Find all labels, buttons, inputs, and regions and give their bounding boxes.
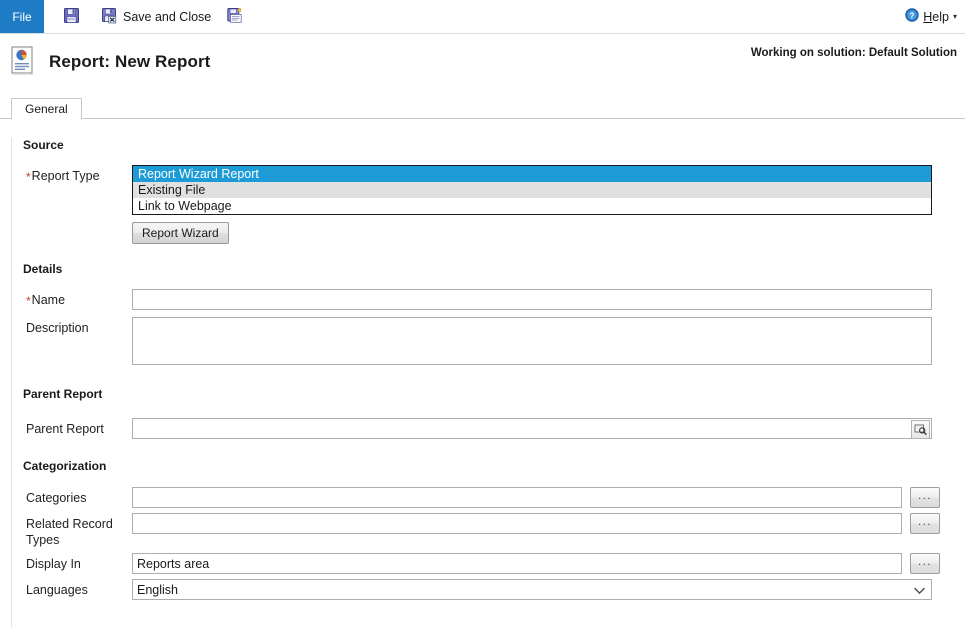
languages-label: Languages [12,579,132,598]
categories-input[interactable] [132,487,902,508]
help-menu[interactable]: ? Help ▾ [905,0,957,33]
required-indicator: * [26,170,31,184]
categories-label: Categories [12,487,132,506]
name-input[interactable] [132,289,932,310]
page-title: Report: New Report [49,52,211,71]
description-textarea[interactable] [132,317,932,365]
save-and-new-button[interactable] [224,5,252,29]
required-indicator: * [26,294,31,308]
display-in-input[interactable] [132,553,902,574]
tab-general-label: General [25,102,68,116]
field-row-categories: Categories ... [12,487,965,508]
form-tabstrip: General [0,98,965,120]
save-and-new-icon [227,7,244,27]
report-wizard-button[interactable]: Report Wizard [132,222,229,244]
section-heading-categorization: Categorization [23,459,107,473]
name-label-text: Name [31,293,66,307]
report-document-icon [10,46,36,79]
lookup-magnifier-icon[interactable] [911,420,930,439]
report-type-option-existing-file[interactable]: Existing File [133,182,931,198]
section-heading-details: Details [23,262,63,276]
field-row-name: *Name [12,289,965,310]
description-label: Description [12,317,132,336]
languages-selectbox [132,579,932,600]
related-record-types-picker-button[interactable]: ... [910,513,940,534]
solution-context-label: Working on solution: Default Solution [750,47,957,59]
display-in-label-text: Display In [26,557,81,571]
related-record-types-input[interactable] [132,513,902,534]
help-label: Help [923,9,949,24]
report-type-option-link-to-webpage[interactable]: Link to Webpage [133,198,931,214]
field-row-display-in: Display In ... [12,553,965,574]
field-row-languages: Languages [12,579,965,600]
categories-picker-button[interactable]: ... [910,487,940,508]
parent-report-label: Parent Report [12,418,132,437]
categories-label-text: Categories [26,491,87,505]
chevron-down-icon: ▾ [952,11,957,21]
form-body: Source *Report Type Report Wizard Report… [11,138,965,628]
name-label: *Name [12,289,132,308]
field-row-report-wizard: Report Wizard [12,222,965,244]
field-row-report-type: *Report Type Report Wizard Report Existi… [12,165,965,215]
section-heading-parent-report: Parent Report [23,387,103,401]
field-row-parent-report: Parent Report [12,418,965,439]
report-type-label: *Report Type [12,165,132,184]
display-in-label: Display In [12,553,132,572]
languages-label-text: Languages [26,583,88,597]
display-in-picker-button[interactable]: ... [910,553,940,574]
field-row-description: Description [12,317,965,365]
svg-text:?: ? [910,11,915,20]
report-type-listbox[interactable]: Report Wizard Report Existing File Link … [132,165,932,215]
help-label-rest: elp [932,9,949,24]
ribbon-toolbar: File Save and Close ? Help ▾ [0,0,965,34]
report-type-label-text: Report Type [31,169,100,183]
file-tab-label: File [12,9,32,24]
related-record-types-label-text: Related Record Types [26,517,113,547]
field-row-related-record-types: Related Record Types ... [12,513,965,548]
ribbon-command-group: Save and Close [44,0,252,33]
section-heading-source: Source [23,138,64,152]
parent-report-lookup-wrap [132,418,932,439]
parent-report-label-text: Parent Report [26,422,104,436]
help-icon: ? [905,8,919,25]
languages-select[interactable] [132,579,932,600]
description-label-text: Description [26,321,89,335]
save-and-close-button[interactable]: Save and Close [98,5,214,29]
save-and-close-icon [101,7,118,27]
tab-general[interactable]: General [11,98,82,120]
save-button[interactable] [60,5,88,29]
report-type-option-report-wizard-report[interactable]: Report Wizard Report [133,166,931,182]
related-record-types-label: Related Record Types [12,513,132,548]
file-tab[interactable]: File [0,0,44,33]
save-and-close-label: Save and Close [123,9,212,24]
save-icon [63,7,80,27]
parent-report-input[interactable] [132,418,932,439]
page-header: Report: New Report Working on solution: … [0,34,965,90]
